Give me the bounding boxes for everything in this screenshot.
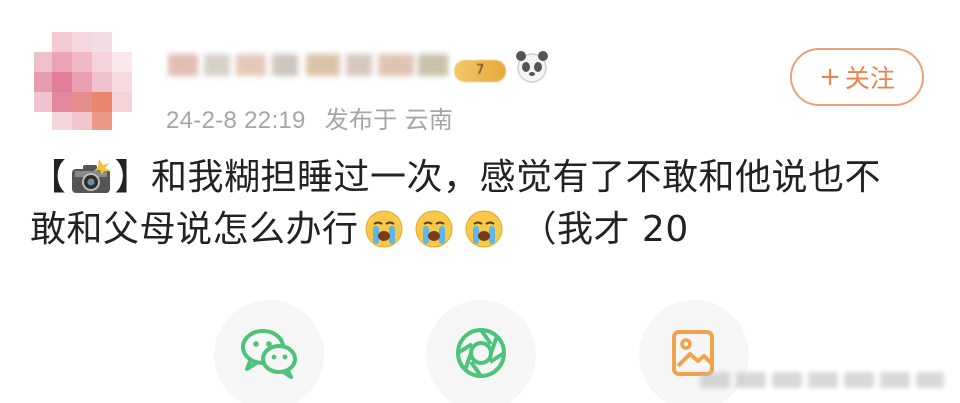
post-content: 【 】和我糊担睡过一次，感觉有了不敢和他说也不 敢和父母说怎么办行 （我才 20 [30, 152, 930, 256]
post-line-2: 敢和父母说怎么办行 （我才 20 [30, 204, 930, 256]
vip-level-number: 7 [476, 63, 485, 78]
post-text-tail: （我才 20 [520, 209, 689, 250]
weibo-post-card: 7 24-2-8 22:19 发布于 云南 + 关注 【 】和我糊担睡过一次，感… [0, 0, 960, 403]
username-blurred[interactable] [168, 44, 498, 86]
follow-button[interactable]: + 关注 [790, 48, 924, 106]
loudly-crying-face-icon [414, 209, 454, 249]
moments-icon [454, 326, 508, 384]
bracket-close: 】 [114, 157, 152, 198]
panda-icon [512, 48, 552, 84]
post-time: 24-2-8 22:19 [166, 107, 306, 134]
avatar[interactable] [34, 32, 132, 130]
post-meta: 24-2-8 22:19 发布于 云南 [166, 100, 465, 135]
post-text-line-1: 和我糊担睡过一次，感觉有了不敢和他说也不 [151, 157, 882, 198]
watermark-blurred [700, 370, 950, 392]
plus-icon: + [819, 62, 841, 92]
share-moments-button[interactable] [426, 300, 536, 403]
camera-flash-icon [69, 158, 113, 194]
post-line-1: 【 】和我糊担睡过一次，感觉有了不敢和他说也不 [30, 152, 930, 204]
post-location: 发布于 云南 [324, 107, 454, 134]
loudly-crying-face-icon [364, 209, 404, 249]
loudly-crying-face-icon [464, 209, 504, 249]
follow-button-label: 关注 [844, 64, 895, 93]
post-text-line-2: 敢和父母说怎么办行 [30, 209, 359, 250]
bracket-open: 【 [30, 157, 67, 198]
share-wechat-button[interactable] [214, 300, 324, 403]
vip-level-badge: 7 [454, 60, 506, 82]
wechat-icon [239, 327, 299, 383]
